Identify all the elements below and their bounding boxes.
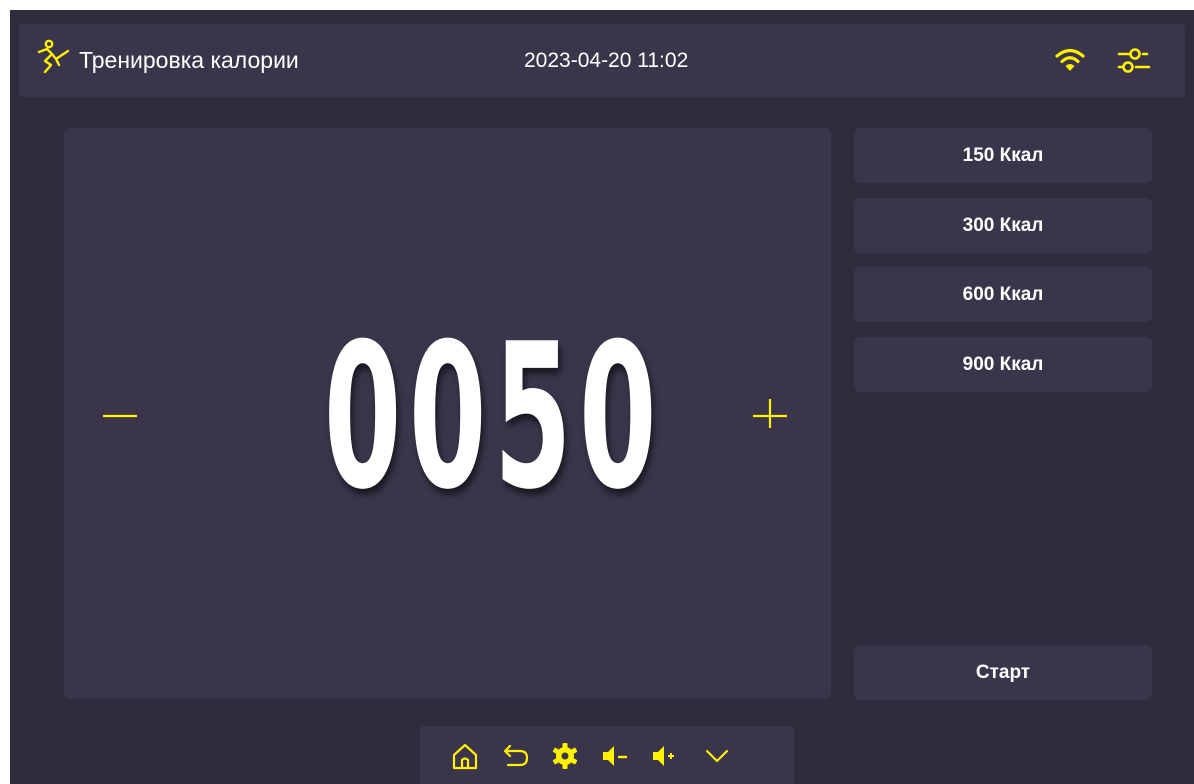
page-title: Тренировка калории (79, 47, 299, 73)
preset-150-button[interactable]: 150 Ккал (854, 128, 1152, 183)
volume-down-icon[interactable] (600, 741, 630, 771)
preset-900-button[interactable]: 900 Ккал (854, 337, 1152, 392)
settings-sliders-icon[interactable] (1117, 43, 1151, 77)
calorie-value-panel: 0050 (64, 128, 831, 699)
plus-icon[interactable] (750, 388, 790, 428)
home-icon[interactable] (450, 741, 480, 771)
wifi-icon[interactable] (1055, 47, 1085, 73)
start-button[interactable]: Старт (854, 645, 1152, 700)
chevron-down-icon[interactable] (702, 741, 732, 771)
volume-up-icon[interactable] (650, 741, 680, 771)
preset-300-button[interactable]: 300 Ккал (854, 198, 1152, 253)
back-icon[interactable] (500, 741, 530, 771)
header-bar: Тренировка калории 2023-04-20 11:02 (19, 24, 1185, 97)
bottom-toolbar (420, 726, 794, 784)
preset-600-button[interactable]: 600 Ккал (854, 267, 1152, 322)
datetime-display: 2023-04-20 11:02 (524, 49, 689, 72)
calorie-value: 0050 (323, 301, 665, 534)
app-screen: Тренировка калории 2023-04-20 11:02 0050 (10, 10, 1194, 784)
gear-icon[interactable] (550, 741, 580, 771)
minus-icon[interactable] (100, 368, 140, 428)
run-icon (37, 39, 70, 74)
